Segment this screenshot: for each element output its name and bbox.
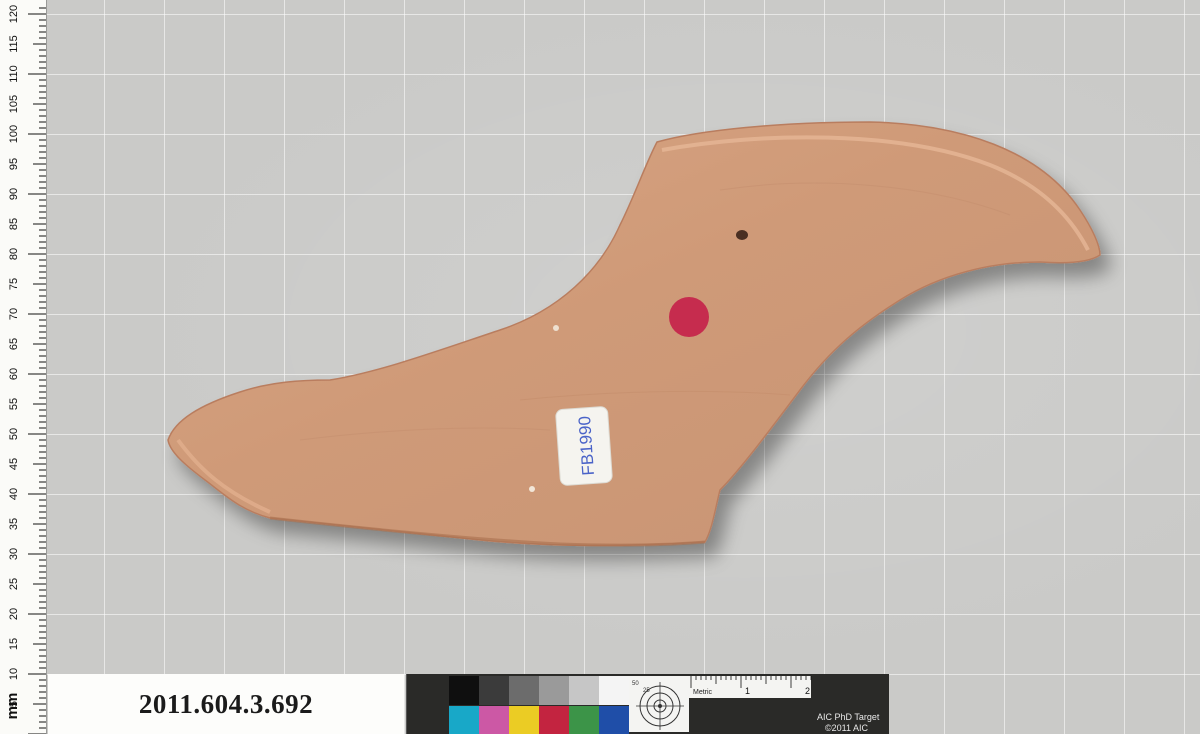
- catalogue-tag: FB1990: [555, 406, 613, 486]
- ruler-label: 80: [8, 248, 20, 260]
- metric-mark-1: 1: [745, 686, 750, 696]
- target-graphics: 50 25 Metric 1 2: [629, 676, 812, 732]
- metric-word: Metric: [693, 689, 713, 696]
- red-dot-sticker: [669, 297, 709, 337]
- pottery-sherd: FB1990: [167, 121, 1101, 547]
- dial-mark-50: 50: [632, 681, 639, 687]
- ruler-label: 55: [8, 398, 20, 410]
- ruler-label: 40: [8, 488, 20, 500]
- mm-ruler: 5 10 15 20 25 30 35 40 45 50 55 60 65 70 75 80 85 90 95 100…: [0, 0, 47, 734]
- color-target: 50 25 Metric 1 2 AIC PhD Target ©2011 AI…: [406, 674, 889, 734]
- ruler-label: 10: [8, 668, 20, 680]
- ruler-label: 105: [8, 95, 20, 113]
- ruler-label: 85: [8, 218, 20, 230]
- ruler-label: 100: [8, 125, 20, 143]
- ruler-label: 30: [8, 548, 20, 560]
- target-title: AIC PhD Target: [817, 712, 880, 722]
- ruler-label: 110: [8, 65, 20, 83]
- ruler-label: 75: [8, 278, 20, 290]
- ruler-label: 60: [8, 368, 20, 380]
- ruler-label: 25: [8, 578, 20, 590]
- ruler-label: 115: [8, 35, 20, 53]
- ruler-label: 95: [8, 158, 20, 170]
- ruler-unit-label: mm: [3, 692, 21, 720]
- ruler-ticks: 5101520253035404550556065707580859095100…: [8, 5, 46, 734]
- dial-mark-25: 25: [643, 688, 650, 694]
- ruler-label: 20: [8, 608, 20, 620]
- ruler-label: 70: [8, 308, 20, 320]
- ruler-label: 120: [8, 5, 20, 23]
- accession-label-card: 2011.604.3.692: [48, 674, 404, 734]
- ruler-label: 45: [8, 458, 20, 470]
- accession-number: 2011.604.3.692: [138, 688, 314, 719]
- ruler-label: 35: [8, 518, 20, 530]
- sherd-chip: [736, 230, 748, 240]
- target-copyright: ©2011 AIC: [825, 723, 868, 733]
- ruler-label: 65: [8, 338, 20, 350]
- ruler-label: 50: [8, 428, 20, 440]
- sherd-body: [167, 121, 1101, 547]
- ruler-label: 15: [8, 638, 20, 650]
- ruler-label: 90: [8, 188, 20, 200]
- metric-mark-2: 2: [805, 686, 810, 696]
